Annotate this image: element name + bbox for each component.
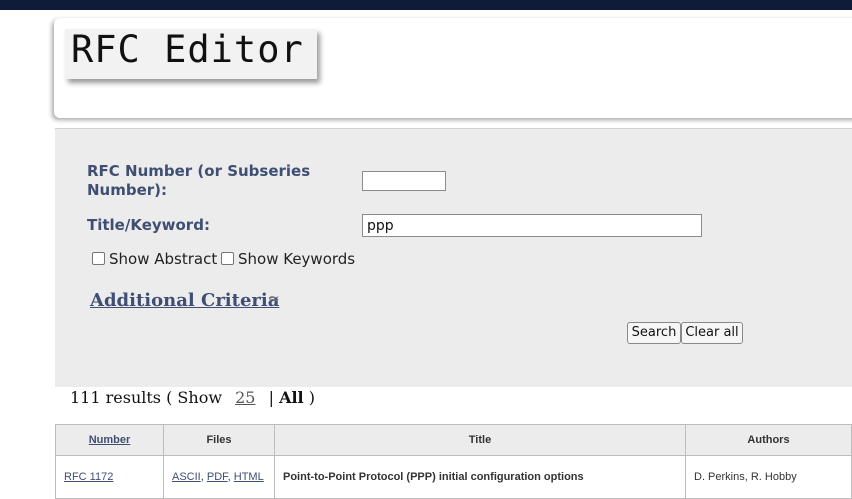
results-table: Number Files Title Authors RFC 1172 ASCI… (55, 424, 852, 499)
title-cell: Point-to-Point Protocol (PPP) initial co… (274, 455, 686, 499)
number-cell: RFC 1172 (55, 455, 164, 499)
rfc-editor-logo[interactable]: RFC Editor (65, 29, 317, 79)
show-keywords-checkbox[interactable]: Show Keywords (221, 250, 355, 268)
pdf-link[interactable]: PDF (207, 471, 228, 483)
checkbox-icon[interactable] (92, 252, 105, 265)
show-keywords-label: Show Keywords (238, 250, 356, 268)
html-link[interactable]: HTML (234, 471, 264, 483)
show-25-link[interactable]: 25 (235, 388, 255, 407)
title-keyword-label: Title/Keyword: (87, 216, 210, 234)
title-keyword-input[interactable] (362, 214, 702, 237)
show-all-link[interactable]: All (279, 388, 304, 407)
column-number[interactable]: Number (55, 424, 164, 456)
table-row: RFC 1172 ASCII, PDF, HTML Point-to-Point… (55, 455, 852, 499)
double-chevron-down-icon[interactable]: ≈ (268, 291, 280, 307)
search-button[interactable]: Search (627, 322, 681, 344)
column-title: Title (274, 424, 686, 456)
authors-cell: D. Perkins, R. Hobby (685, 455, 852, 499)
clear-all-button[interactable]: Clear all (681, 322, 743, 344)
top-bar (0, 0, 852, 10)
sort-number-link[interactable]: Number (89, 434, 131, 446)
column-files: Files (163, 424, 275, 456)
rfc-number-label: RFC Number (or Subseries Number): (87, 162, 311, 199)
results-close: ) (308, 388, 315, 407)
rfc-number-link[interactable]: RFC 1172 (64, 471, 113, 483)
rfc-number-input[interactable] (362, 171, 446, 191)
additional-criteria-link[interactable]: Additional Criteria (90, 290, 279, 311)
results-count: 111 results ( Show (70, 388, 223, 407)
files-cell: ASCII, PDF, HTML (163, 455, 275, 499)
results-separator: | (268, 388, 274, 407)
table-header-row: Number Files Title Authors (55, 424, 852, 456)
show-abstract-checkbox[interactable]: Show Abstract (92, 250, 217, 268)
results-summary: 111 results ( Show 25 | All ) (70, 388, 315, 407)
ascii-link[interactable]: ASCII (172, 471, 201, 483)
show-abstract-label: Show Abstract (109, 250, 218, 268)
logo-text: RFC Editor (71, 28, 304, 71)
checkbox-icon[interactable] (221, 252, 234, 265)
column-authors: Authors (685, 424, 852, 456)
